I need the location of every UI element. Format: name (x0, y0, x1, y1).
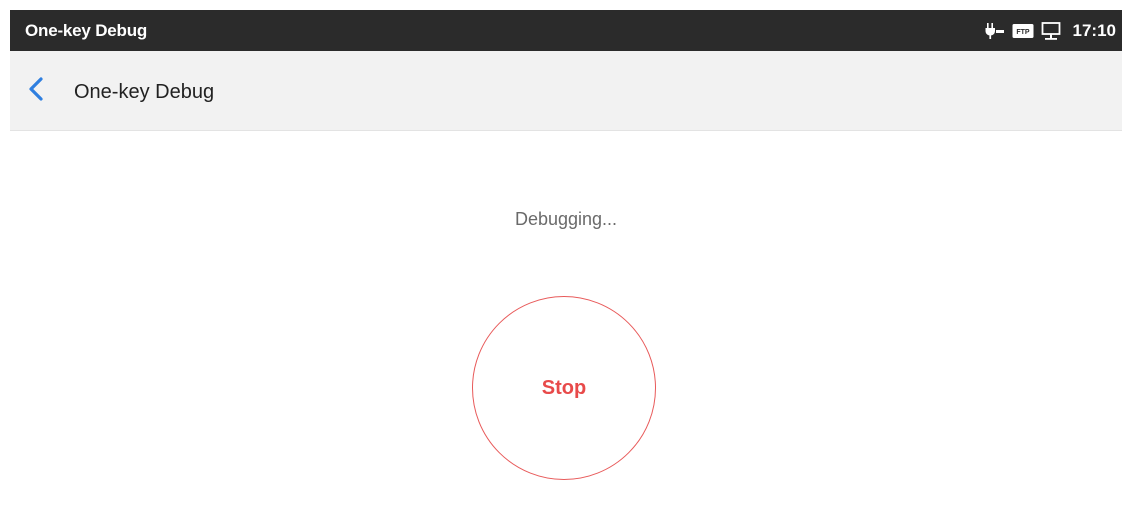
network-icon (1041, 21, 1061, 41)
stop-button-label: Stop (541, 376, 587, 399)
poe-power-icon (985, 22, 1005, 40)
status-icons: FTP 17:10 (985, 10, 1116, 51)
back-button[interactable] (22, 75, 50, 107)
status-time: 17:10 (1072, 20, 1116, 40)
status-bar-title: One-key Debug (25, 21, 148, 40)
chevron-left-icon (27, 76, 45, 107)
app-bar: One-key Debug (10, 51, 1122, 131)
screen: One-key Debug FTP 17:10 One-key Debug De… (10, 10, 1122, 525)
status-bar: One-key Debug FTP 17:10 (10, 10, 1122, 51)
ftp-icon: FTP (1012, 23, 1034, 39)
ftp-icon-label: FTP (1016, 29, 1030, 36)
page-title: One-key Debug (74, 81, 215, 103)
debug-status-text: Debugging... (514, 209, 618, 229)
stop-button[interactable]: Stop (472, 296, 656, 480)
